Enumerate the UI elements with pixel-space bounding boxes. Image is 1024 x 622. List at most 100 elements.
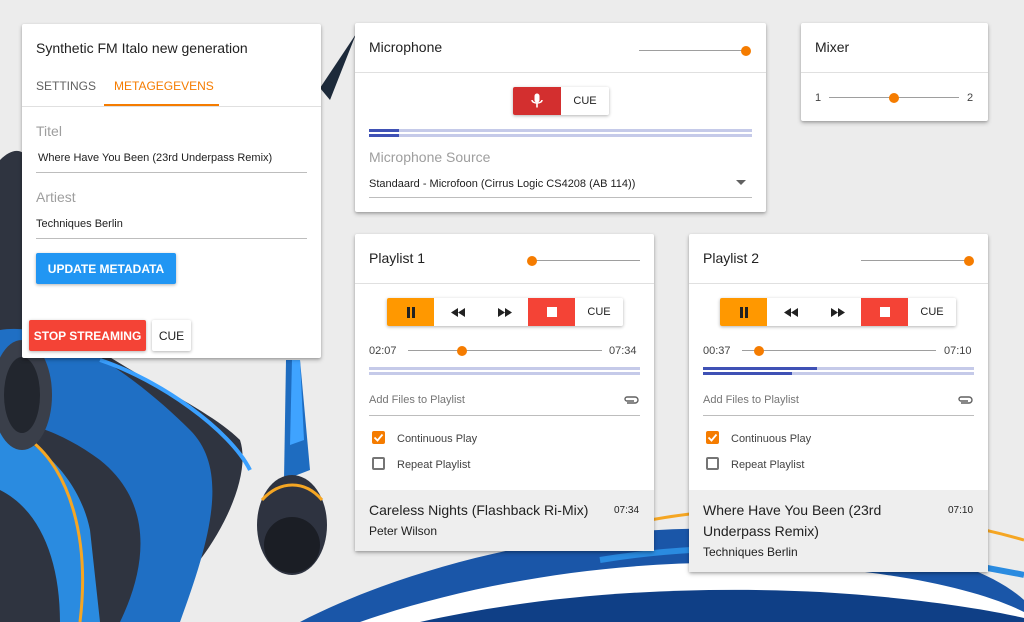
playlist-1-cue-button[interactable]: CUE: [575, 298, 623, 326]
microphone-volume-thumb[interactable]: [740, 46, 751, 56]
paperclip-icon[interactable]: [957, 395, 973, 405]
playlist-1-add-files-underline: [369, 415, 640, 416]
playlist-2-volume-track: [861, 260, 969, 261]
artiest-input[interactable]: Techniques Berlin: [36, 218, 123, 230]
playlist-1-controls: CUE: [387, 298, 623, 326]
playlist-1-volume-slider[interactable]: [527, 254, 640, 268]
mixer-right-label: 2: [967, 92, 974, 104]
playlist-1-volume-thumb[interactable]: [527, 256, 537, 266]
microphone-volume-slider[interactable]: [639, 44, 751, 58]
playlist-2-level-right: [703, 372, 974, 375]
playlist-2-seek-track: [742, 350, 936, 351]
playlist-2-continuous-checkbox[interactable]: [706, 431, 719, 444]
playlist-2-now-playing[interactable]: Where Have You Been (23rd Underpass Remi…: [689, 490, 988, 572]
titel-input[interactable]: Where Have You Been (23rd Underpass Remi…: [38, 152, 272, 164]
playlist-2-card: Playlist 2 CUE 00:37 07:10 Add Files to …: [689, 234, 988, 572]
microphone-source-label: Microphone Source: [369, 149, 491, 165]
playlist-1-title: Playlist 1: [369, 250, 426, 266]
playlist-2-repeat-label: Repeat Playlist: [731, 459, 805, 471]
playlist-1-rewind-button[interactable]: [434, 298, 481, 326]
playlist-2-level-meter: [703, 367, 974, 375]
playlist-2-track-duration: 07:10: [948, 505, 974, 516]
microphone-source-select[interactable]: Standaard - Microfoon (Cirrus Logic CS42…: [369, 178, 635, 190]
paperclip-icon[interactable]: [623, 395, 639, 405]
playlist-2-track-artist: Techniques Berlin: [703, 545, 798, 559]
playlist-2-controls: CUE: [720, 298, 956, 326]
playlist-1-seek-track: [408, 350, 602, 351]
checkmark-icon: [707, 433, 718, 442]
mixer-card: Mixer 1 2: [801, 23, 988, 121]
playlist-1-continuous-label: Continuous Play: [397, 433, 478, 445]
microphone-volume-track: [639, 50, 749, 51]
mixer-left-label: 1: [815, 92, 822, 104]
playlist-1-track-duration: 07:34: [614, 505, 640, 516]
playlist-1-track-artist: Peter Wilson: [369, 524, 438, 538]
artiest-label: Artiest: [36, 189, 76, 205]
microphone-level-right: [369, 134, 752, 137]
playlist-2-pause-button[interactable]: [720, 298, 767, 326]
playlist-1-volume-track: [532, 260, 640, 261]
playlist-2-volume-thumb[interactable]: [964, 256, 974, 266]
metadata-cue-button[interactable]: CUE: [152, 320, 191, 351]
playlist-2-total: 07:10: [944, 345, 972, 357]
mixer-crossfader[interactable]: [829, 91, 959, 105]
microphone-title: Microphone: [369, 39, 443, 55]
playlist-1-card: Playlist 1 CUE 02:07 07:34 Add Files to …: [355, 234, 654, 551]
fast-forward-icon: [497, 307, 512, 317]
playlist-2-stop-button[interactable]: [861, 298, 908, 326]
playlist-2-continuous-label: Continuous Play: [731, 433, 812, 445]
playlist-1-pause-button[interactable]: [387, 298, 434, 326]
playlist-1-level-right: [369, 372, 640, 375]
dropdown-arrow-icon[interactable]: [736, 180, 746, 186]
playlist-1-seek-thumb[interactable]: [457, 346, 468, 356]
playlist-2-seek-thumb[interactable]: [754, 346, 765, 356]
playlist-2-rewind-button[interactable]: [767, 298, 814, 326]
playlist-1-elapsed: 02:07: [369, 345, 397, 357]
microphone-header: Microphone: [355, 23, 766, 73]
station-title: Synthetic FM Italo new generation: [36, 40, 248, 56]
playlist-1-forward-button[interactable]: [481, 298, 528, 326]
tabs-divider: [22, 106, 321, 107]
playlist-1-continuous-checkbox[interactable]: [372, 431, 385, 444]
microphone-cue-button[interactable]: CUE: [561, 87, 609, 115]
artiest-underline: [36, 238, 307, 239]
update-metadata-button[interactable]: UPDATE METADATA: [36, 253, 176, 284]
stop-icon: [879, 307, 890, 317]
playlist-2-cue-button[interactable]: CUE: [908, 298, 956, 326]
metadata-card: Synthetic FM Italo new generation SETTIN…: [22, 24, 321, 358]
playlist-2-add-files-input[interactable]: Add Files to Playlist: [703, 394, 799, 406]
playlist-2-forward-button[interactable]: [814, 298, 861, 326]
microphone-level-meter: [369, 129, 752, 137]
playlist-1-now-playing[interactable]: Careless Nights (Flashback Ri-Mix) 07:34…: [355, 490, 654, 551]
playlist-1-level-meter: [369, 367, 640, 375]
mixer-title: Mixer: [815, 39, 850, 55]
playlist-2-elapsed: 00:37: [703, 345, 731, 357]
fast-forward-icon: [830, 307, 845, 317]
playlist-1-level-left: [369, 367, 640, 370]
rewind-icon: [783, 307, 798, 317]
pause-icon: [406, 306, 415, 318]
playlist-2-volume-slider[interactable]: [861, 254, 974, 268]
playlist-1-seek-slider[interactable]: [408, 344, 602, 358]
playlist-2-seek-slider[interactable]: [742, 344, 936, 358]
playlist-2-add-files-underline: [703, 415, 974, 416]
pause-icon: [739, 306, 748, 318]
mixer-crossfader-thumb[interactable]: [889, 93, 899, 103]
tab-metagegevens[interactable]: METAGEGEVENS: [114, 79, 214, 93]
titel-underline: [36, 172, 307, 173]
mixer-header: Mixer: [801, 23, 988, 73]
playlist-1-track-title: Careless Nights (Flashback Ri-Mix): [369, 502, 589, 518]
playlist-2-repeat-checkbox[interactable]: [706, 457, 719, 470]
playlist-1-repeat-checkbox[interactable]: [372, 457, 385, 470]
tab-settings[interactable]: SETTINGS: [36, 79, 96, 93]
playlist-1-repeat-label: Repeat Playlist: [397, 459, 471, 471]
playlist-1-header: Playlist 1: [355, 234, 654, 284]
stop-streaming-button[interactable]: STOP STREAMING: [29, 320, 146, 351]
playlist-1-add-files-input[interactable]: Add Files to Playlist: [369, 394, 465, 406]
checkmark-icon: [373, 433, 384, 442]
microphone-toggle-button[interactable]: [513, 87, 561, 115]
microphone-card: Microphone CUE Microphone Source Standaa…: [355, 23, 766, 212]
playlist-1-stop-button[interactable]: [528, 298, 575, 326]
stop-icon: [546, 307, 557, 317]
microphone-source-underline: [369, 197, 752, 198]
